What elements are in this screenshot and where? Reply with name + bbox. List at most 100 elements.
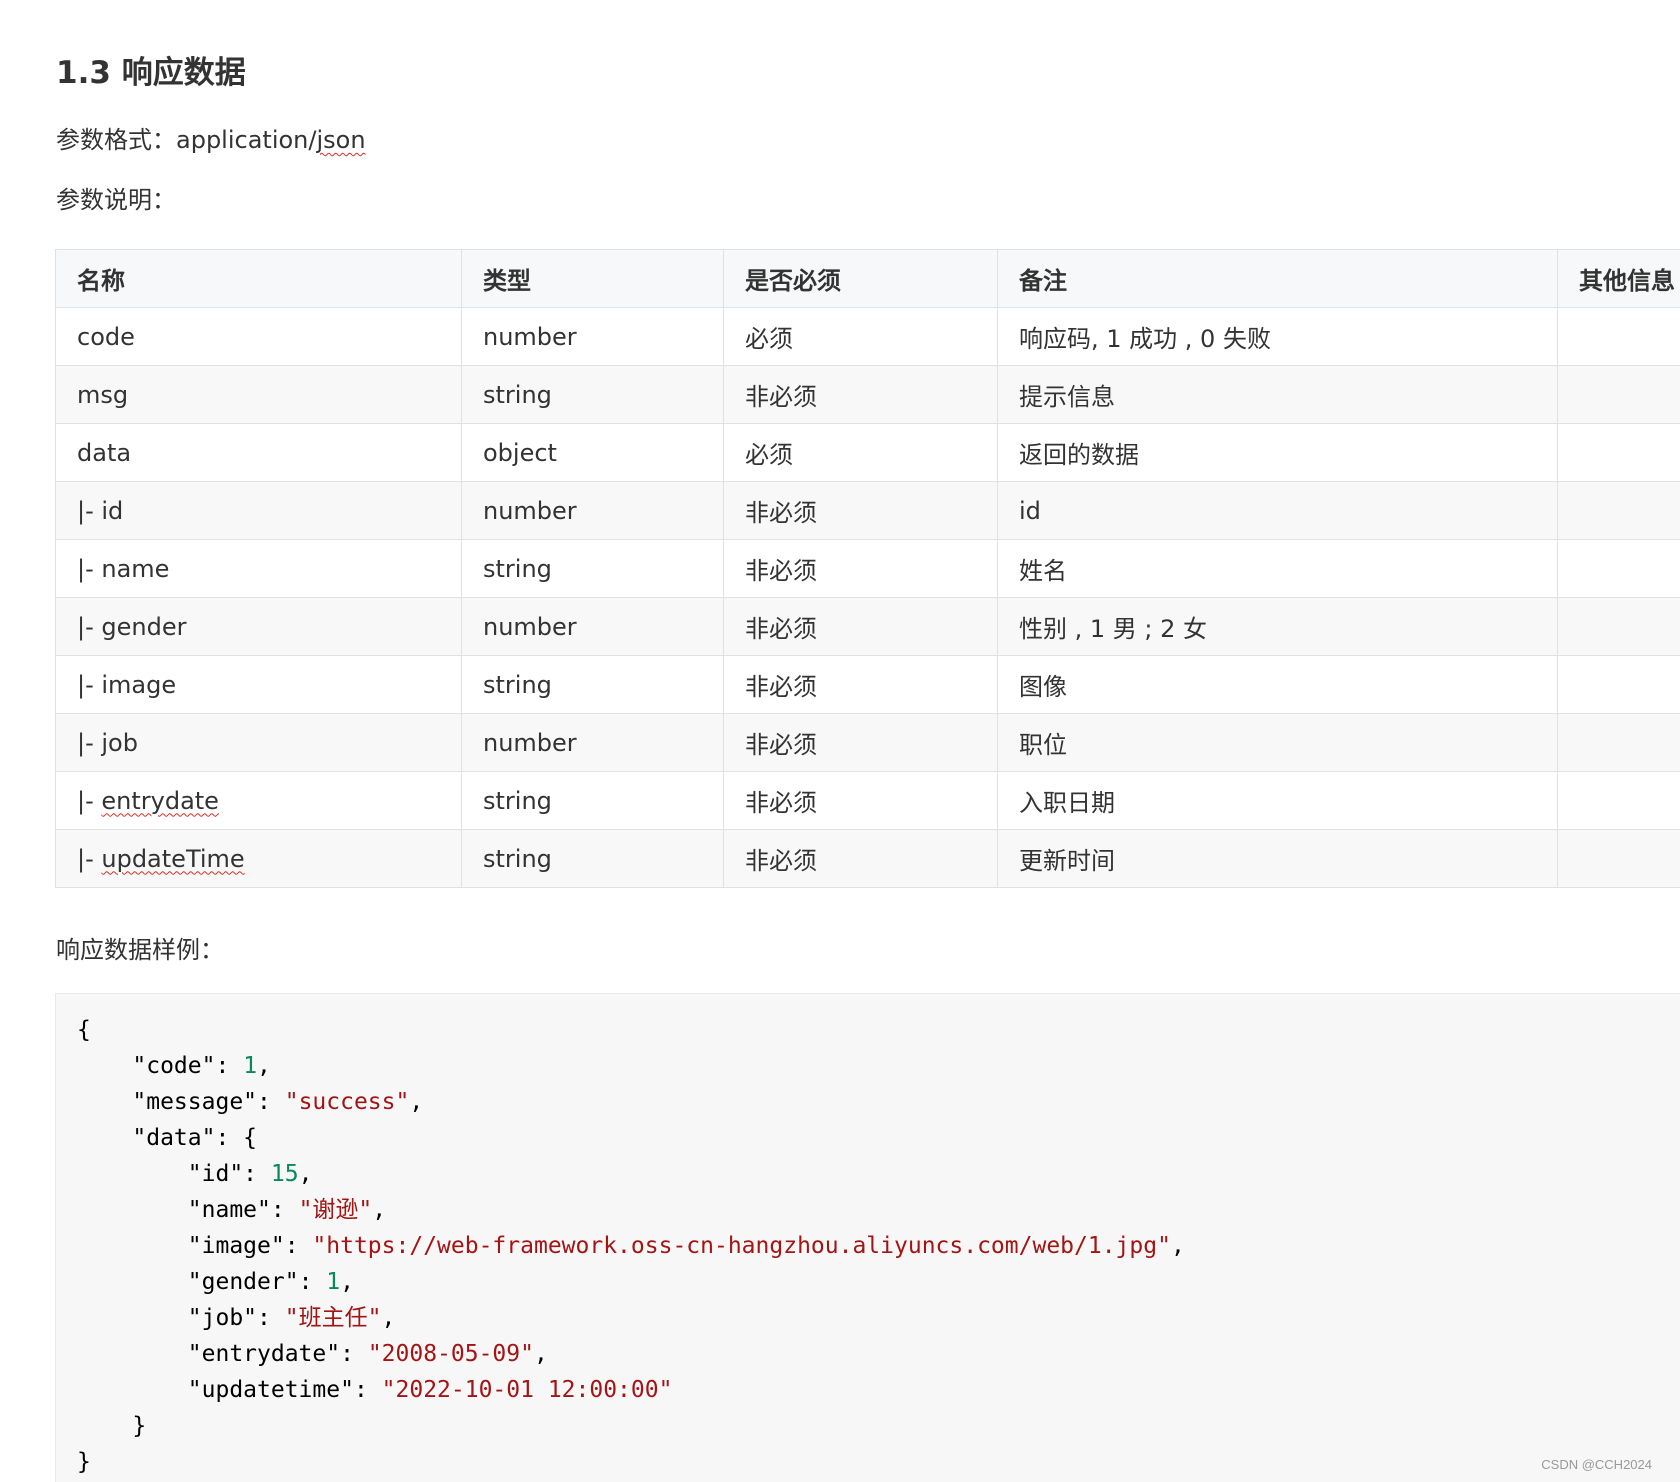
cell-type: number	[461, 713, 724, 772]
table-row: |- name string 非必须 姓名	[55, 539, 1680, 598]
cell-required: 非必须	[723, 713, 998, 772]
cell-name: code	[55, 307, 462, 366]
cell-note: id	[997, 481, 1558, 540]
code-token: "班主任"	[284, 1305, 382, 1331]
code-token: ,	[409, 1089, 424, 1115]
cell-name: |- updateTime	[55, 829, 462, 888]
code-token: 1	[243, 1053, 258, 1079]
header-other: 其他信息	[1557, 249, 1680, 308]
code-token: :	[340, 1341, 368, 1367]
code-token: "code"	[132, 1053, 216, 1079]
code-token: 1	[326, 1269, 341, 1295]
watermark: CSDN @CCH2024	[1541, 1457, 1652, 1472]
code-line: "gender": 1,	[77, 1264, 1680, 1300]
table-row: |- image string 非必须 图像	[55, 655, 1680, 714]
code-token: :	[284, 1233, 313, 1259]
code-token: "job"	[187, 1305, 258, 1331]
cell-name: |- image	[55, 655, 462, 714]
cell-note: 入职日期	[997, 771, 1558, 830]
cell-required: 非必须	[723, 655, 998, 714]
cell-type: object	[461, 423, 724, 482]
cell-type: string	[461, 365, 724, 424]
cell-type: number	[461, 307, 724, 366]
table-body: code number 必须 响应码, 1 成功 , 0 失败 msg string 非必须…	[55, 307, 1680, 888]
table-row: msg string 非必须 提示信息	[55, 365, 1680, 424]
code-token: ,	[340, 1269, 354, 1295]
code-line: "code": 1,	[77, 1048, 1680, 1084]
cell-note: 图像	[997, 655, 1558, 714]
cell-name-text: |- updateTime	[77, 844, 245, 873]
cell-other	[1557, 597, 1680, 656]
cell-other	[1557, 365, 1680, 424]
sample-label: 响应数据样例：	[56, 936, 224, 964]
cell-type: string	[461, 539, 724, 598]
code-token: "2022-10-01 12:00:00"	[381, 1377, 673, 1403]
code-line: "message": "success",	[77, 1084, 1680, 1120]
header-required: 是否必须	[723, 249, 998, 308]
code-line: "job": "班主任",	[77, 1300, 1680, 1336]
cell-note: 提示信息	[997, 365, 1558, 424]
header-note: 备注	[997, 249, 1558, 308]
cell-name: msg	[55, 365, 462, 424]
code-token: "name"	[187, 1197, 271, 1223]
cell-other	[1557, 655, 1680, 714]
code-line: {	[77, 1012, 1680, 1048]
code-token: "gender"	[187, 1269, 299, 1295]
code-token: "谢逊"	[298, 1197, 373, 1223]
code-token: : {	[215, 1125, 258, 1151]
code-token: ,	[298, 1161, 313, 1187]
cell-name: data	[55, 423, 462, 482]
cell-note: 响应码, 1 成功 , 0 失败	[997, 307, 1558, 366]
description-label: 参数说明：	[56, 186, 176, 214]
cell-other	[1557, 481, 1680, 540]
cell-other	[1557, 829, 1680, 888]
format-value: application/	[176, 126, 317, 154]
code-token: :	[243, 1161, 271, 1187]
table-header-row: 名称 类型 是否必须 备注 其他信息	[55, 249, 1680, 308]
code-token: "https://web-framework.oss-cn-hangzhou.a…	[312, 1233, 1171, 1259]
cell-name: |- gender	[55, 597, 462, 656]
code-line: "entrydate": "2008-05-09",	[77, 1336, 1680, 1372]
code-token: "success"	[284, 1089, 410, 1115]
cell-name: |- name	[55, 539, 462, 598]
code-token: :	[257, 1305, 285, 1331]
code-token: "image"	[187, 1233, 285, 1259]
cell-required: 非必须	[723, 597, 998, 656]
cell-required: 非必须	[723, 365, 998, 424]
code-token: :	[257, 1089, 285, 1115]
format-value-spellcheck: json	[316, 126, 366, 154]
cell-type: number	[461, 481, 724, 540]
code-token: "updatetime"	[187, 1377, 354, 1403]
table-row: |- id number 非必须 id	[55, 481, 1680, 540]
cell-other	[1557, 539, 1680, 598]
code-token: :	[298, 1269, 327, 1295]
code-token: }	[77, 1413, 147, 1439]
code-token: ,	[257, 1053, 271, 1079]
code-line: "id": 15,	[77, 1156, 1680, 1192]
format-paragraph: 参数格式：application/json	[56, 122, 366, 158]
code-line: }	[77, 1408, 1680, 1444]
document-page: 1.3 响应数据 参数格式：application/json 参数说明： 名称 …	[0, 0, 1680, 1482]
parameter-table: 名称 类型 是否必须 备注 其他信息 code number 必须 响应码, 1 成功…	[55, 249, 1680, 888]
cell-required: 非必须	[723, 539, 998, 598]
cell-other	[1557, 307, 1680, 366]
code-token: "id"	[187, 1161, 244, 1187]
cell-note: 姓名	[997, 539, 1558, 598]
table-row: data object 必须 返回的数据	[55, 423, 1680, 482]
code-line: "image": "https://web-framework.oss-cn-h…	[77, 1228, 1680, 1264]
cell-name: |- id	[55, 481, 462, 540]
cell-type: string	[461, 655, 724, 714]
code-token: ,	[372, 1197, 387, 1223]
cell-name: |- job	[55, 713, 462, 772]
code-token: "2008-05-09"	[367, 1341, 534, 1367]
table-row: |- job number 非必须 职位	[55, 713, 1680, 772]
